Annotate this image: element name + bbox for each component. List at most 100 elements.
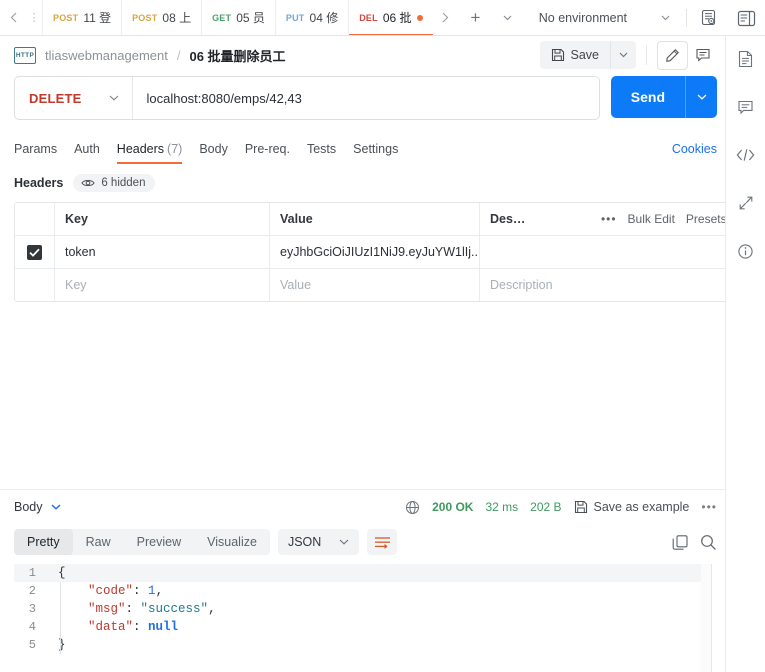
- request-tab-3[interactable]: PUT 04 修: [274, 0, 348, 35]
- request-tab-0[interactable]: POST 11 登: [42, 0, 121, 35]
- comment-icon[interactable]: [688, 42, 717, 69]
- documentation-icon[interactable]: [732, 46, 760, 72]
- tab-label-0: 11 登: [83, 11, 112, 25]
- tab-list-dropdown-button[interactable]: [493, 0, 523, 35]
- table-row-placeholder[interactable]: Key Value Description: [15, 269, 750, 301]
- headers-title: Headers: [14, 176, 64, 190]
- code-token-key: "data": [88, 620, 134, 634]
- comments-icon[interactable]: [732, 94, 760, 120]
- headers-table-header-row: Key Value Des… ••• Bulk Edit Presets ⌄: [15, 203, 750, 236]
- line-content-5: }: [48, 636, 66, 654]
- tab-method-0: POST: [53, 12, 79, 23]
- save-button[interactable]: Save: [540, 41, 611, 69]
- info-icon[interactable]: [732, 238, 760, 264]
- line-number-2: 2: [28, 584, 36, 598]
- save-as-example-label: Save as example: [593, 500, 690, 514]
- line-number-1: 1: [28, 566, 36, 580]
- response-format-selector[interactable]: JSON: [277, 529, 360, 555]
- tab-raw[interactable]: Raw: [73, 529, 124, 555]
- hidden-headers-toggle[interactable]: 6 hidden: [73, 174, 156, 192]
- tab-label-1: 08 上: [162, 11, 192, 25]
- send-options-dropdown[interactable]: [685, 76, 717, 118]
- code-token-key: "msg": [88, 602, 126, 616]
- send-button[interactable]: Send: [611, 76, 685, 118]
- tab-body-label: Body: [199, 142, 228, 156]
- response-status-code: 200 OK: [432, 500, 474, 514]
- tab-visualize[interactable]: Visualize: [194, 529, 270, 555]
- column-header-key: Key: [55, 203, 270, 235]
- code-line-3: 3 "msg": "success",: [14, 600, 711, 618]
- tab-auth[interactable]: Auth: [74, 134, 100, 164]
- headers-table: Key Value Des… ••• Bulk Edit Presets ⌄: [14, 202, 751, 302]
- save-disk-icon: [551, 48, 565, 62]
- line-content-4: "data": null: [48, 618, 178, 636]
- environment-selector[interactable]: No environment: [531, 7, 678, 29]
- copy-icon[interactable]: [672, 534, 689, 551]
- save-options-dropdown[interactable]: [610, 41, 636, 69]
- response-view-bar: Pretty Raw Preview Visualize JSON: [0, 524, 765, 560]
- header-enabled-checkbox[interactable]: [27, 244, 42, 260]
- tab-label-3: 04 修: [309, 11, 339, 25]
- chevron-down-icon: [51, 504, 61, 510]
- tabs-scroll-right-button[interactable]: [433, 0, 459, 35]
- code-snippet-icon[interactable]: [732, 142, 760, 168]
- save-button-group: Save: [539, 41, 636, 69]
- new-tab-button[interactable]: +: [459, 0, 493, 35]
- tab-settings[interactable]: Settings: [353, 134, 398, 164]
- expand-arrows-icon[interactable]: [732, 190, 760, 216]
- headers-table-actions: ••• Bulk Edit Presets ⌄: [601, 212, 740, 226]
- more-actions-icon[interactable]: •••: [601, 212, 617, 226]
- environment-quick-look-icon[interactable]: [695, 6, 721, 30]
- line-number-3: 3: [28, 602, 36, 616]
- divider: [646, 45, 647, 65]
- response-meta: 200 OK 32 ms 202 B Save as example •••: [405, 500, 717, 515]
- placeholder-value-input[interactable]: Value: [270, 269, 480, 301]
- tab-settings-label: Settings: [353, 142, 399, 156]
- send-button-group: Send: [610, 76, 717, 118]
- tab-params[interactable]: Params: [14, 134, 57, 164]
- request-tab-1[interactable]: POST 08 上: [121, 0, 201, 35]
- headers-label-row: Headers 6 hidden: [0, 168, 765, 198]
- url-input[interactable]: localhost:8080/emps/42,43: [133, 77, 598, 119]
- response-view-tabs: Pretty Raw Preview Visualize: [14, 529, 270, 555]
- tab-params-label: Params: [14, 142, 58, 156]
- tab-pretty[interactable]: Pretty: [14, 529, 73, 555]
- line-content-1: {: [48, 564, 66, 582]
- cookies-link[interactable]: Cookies: [672, 142, 717, 156]
- code-token-comma: ,: [208, 602, 216, 616]
- request-tab-2[interactable]: GET 05 员: [201, 0, 275, 35]
- response-more-actions-icon[interactable]: •••: [701, 500, 717, 514]
- breadcrumb-collection[interactable]: tliaswebmanagement: [45, 48, 168, 63]
- wrap-lines-icon[interactable]: [367, 529, 398, 555]
- globe-icon[interactable]: [405, 500, 420, 515]
- code-token: {: [58, 566, 66, 580]
- breadcrumb-separator: /: [176, 47, 181, 63]
- tab-preview[interactable]: Preview: [124, 529, 194, 555]
- line-number-5: 5: [28, 638, 36, 652]
- tabs-scroll-left-button[interactable]: [0, 0, 26, 35]
- table-row[interactable]: token eyJhbGciOiJIUzI1NiJ9.eyJuYW1lIj...: [15, 236, 750, 269]
- response-code-box[interactable]: 1 { 2 "code": 1, 3 "msg": "success", 4 "…: [14, 564, 712, 672]
- tab-tests[interactable]: Tests: [307, 134, 336, 164]
- http-method-selector[interactable]: DELETE: [15, 77, 134, 119]
- placeholder-key-input[interactable]: Key: [55, 269, 270, 301]
- search-icon[interactable]: [700, 534, 717, 551]
- header-value-input[interactable]: eyJhbGciOiJIUzI1NiJ9.eyJuYW1lIj...: [270, 236, 480, 268]
- code-token-number: 1: [148, 584, 156, 598]
- request-tab-4[interactable]: DEL 06 批: [348, 0, 433, 35]
- header-description-input[interactable]: [480, 236, 750, 268]
- tab-pre-request[interactable]: Pre-req.: [245, 134, 290, 164]
- response-body-toggle[interactable]: Body: [14, 500, 61, 514]
- code-vertical-scrollbar[interactable]: [701, 564, 711, 672]
- layout-toggle-icon[interactable]: [733, 6, 759, 30]
- tab-headers[interactable]: Headers (7): [116, 134, 182, 164]
- save-as-example-button[interactable]: Save as example: [574, 500, 690, 514]
- tab-body[interactable]: Body: [199, 134, 228, 164]
- bulk-edit-button[interactable]: Bulk Edit: [628, 212, 675, 226]
- breadcrumb-current-request[interactable]: 06 批量删除员工: [189, 46, 285, 65]
- header-key-input[interactable]: token: [55, 236, 270, 268]
- placeholder-description-input[interactable]: Description: [480, 269, 750, 301]
- edit-pencil-icon[interactable]: [657, 40, 688, 70]
- line-number-4: 4: [28, 620, 36, 634]
- tab-method-3: PUT: [285, 12, 305, 23]
